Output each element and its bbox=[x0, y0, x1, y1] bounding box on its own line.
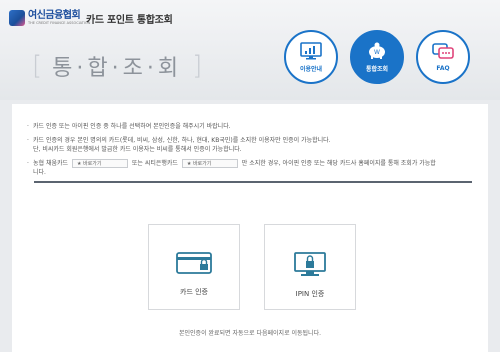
card-auth-label: 카드 인증 bbox=[180, 288, 208, 296]
bracket-open: [ bbox=[32, 51, 43, 81]
bracket-close: ] bbox=[192, 51, 203, 81]
nav-inquiry-label: 통합조회 bbox=[365, 65, 389, 73]
ipin-auth-button[interactable]: IPIN 인증 bbox=[264, 224, 356, 310]
svg-text:W: W bbox=[374, 49, 380, 56]
nh-shortcut-button[interactable]: ★ 바로가기 bbox=[71, 159, 128, 168]
bottom-note: 본인인증이 완료되면 자동으로 다음페이지로 이동됩니다. bbox=[178, 330, 322, 337]
notice-item: · 카드 인증의 경우 본인 명의의 카드(롯데, 비씨, 삼성, 신한, 하나… bbox=[27, 137, 331, 153]
notice-list: · 카드 인증 또는 아이핀 인증 중 하나를 선택하여 본인인증을 해주시기 … bbox=[27, 122, 477, 182]
ipin-auth-label: IPIN 인증 bbox=[295, 290, 325, 298]
card-lock-icon bbox=[176, 252, 212, 274]
card-auth-button[interactable]: 카드 인증 bbox=[148, 224, 240, 310]
chart-monitor-icon bbox=[300, 41, 322, 59]
logo[interactable]: 여신금융협회 THE CREDIT FINANCE ASSOCIATION bbox=[9, 10, 90, 26]
monitor-lock-icon bbox=[294, 252, 326, 276]
header: 여신금융협회 THE CREDIT FINANCE ASSOCIATION 카드… bbox=[0, 0, 500, 100]
chat-bubble-icon bbox=[432, 42, 454, 59]
citi-shortcut-button[interactable]: ★ 바로가기 bbox=[181, 159, 238, 168]
logo-name: 여신금융협회 bbox=[28, 9, 81, 21]
nav-faq-label: FAQ bbox=[436, 64, 450, 72]
notice-item: · 농협 채움카드 ★ 바로가기 또는 씨티은행카드 ★ 바로가기 만 소지한 … bbox=[27, 159, 436, 176]
nav-guide-button[interactable]: 이용안내 bbox=[284, 30, 338, 84]
site-title: 카드 포인트 통합조회 bbox=[86, 15, 173, 26]
nav-faq-button[interactable]: FAQ bbox=[416, 30, 470, 84]
nav-guide-label: 이용안내 bbox=[299, 65, 323, 73]
nav-inquiry-button[interactable]: W 통합조회 bbox=[350, 30, 404, 84]
page-title: 통·합·조·회 bbox=[52, 56, 183, 81]
logo-mark-icon bbox=[9, 10, 25, 26]
section-divider bbox=[34, 181, 472, 183]
notice-item: · 카드 인증 또는 아이핀 인증 중 하나를 선택하여 본인인증을 해주시기 … bbox=[27, 123, 231, 130]
logo-subtitle: THE CREDIT FINANCE ASSOCIATION bbox=[28, 20, 91, 25]
piggy-bank-icon: W bbox=[369, 42, 385, 59]
page-title-wrap: [ 통·합·조·회 ] bbox=[32, 50, 202, 82]
